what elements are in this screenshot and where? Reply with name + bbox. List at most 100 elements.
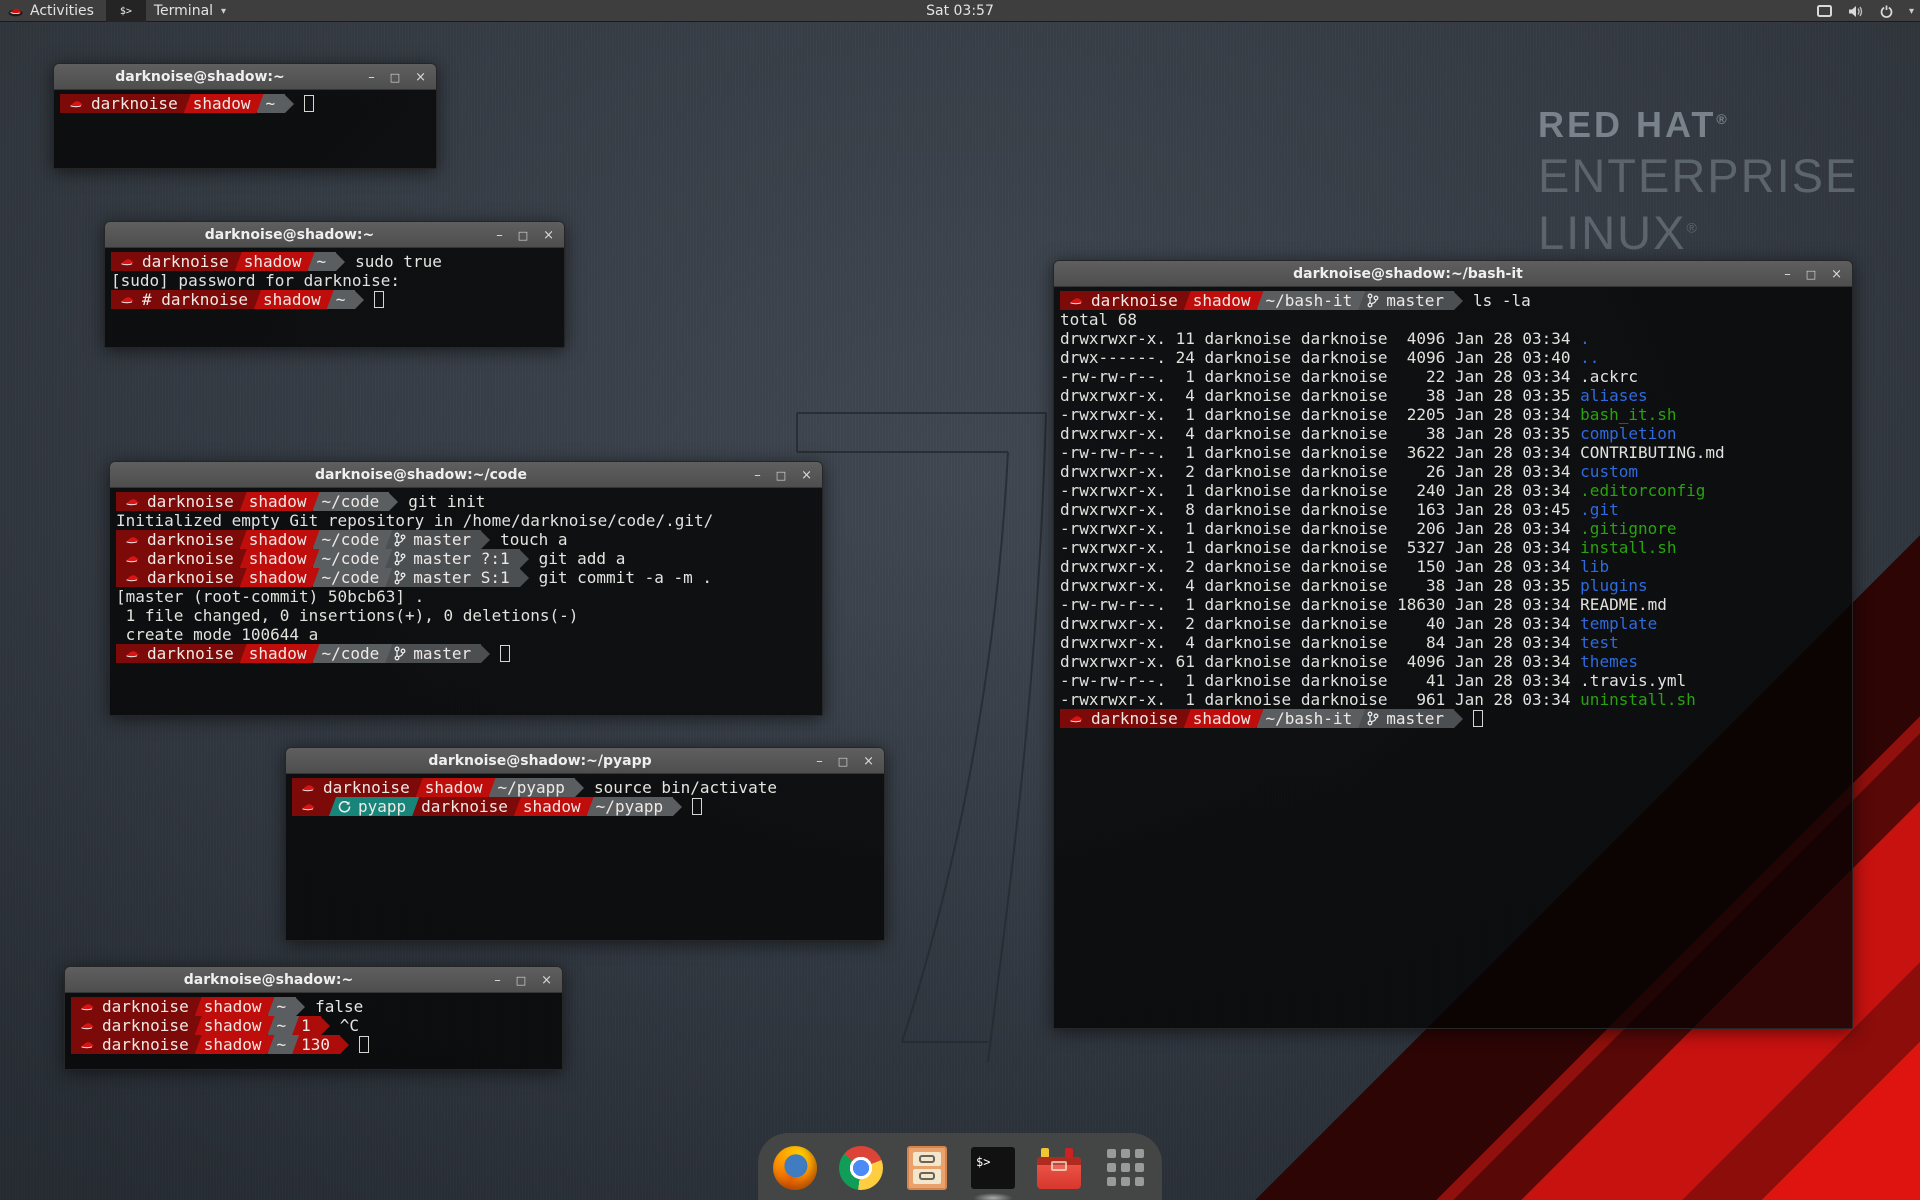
maximize-button[interactable]: □ [516, 974, 526, 987]
prompt-segment-branch: master ?:1 [385, 549, 519, 568]
dock-files-icon[interactable] [904, 1145, 950, 1191]
prompt-line: darknoiseshadow~/bash-itmaster [1060, 709, 1852, 728]
prompt-arrow-tip [296, 998, 305, 1016]
terminal-window[interactable]: darknoise@shadow:~/code–□×darknoiseshado… [109, 461, 823, 716]
window-titlebar[interactable]: darknoise@shadow:~–□× [105, 222, 564, 248]
dock-app-grid-icon[interactable] [1102, 1145, 1148, 1191]
terminal-cursor[interactable] [692, 798, 702, 815]
output-line: drwxrwxr-x. 4 darknoise darknoise 38 Jan… [1060, 576, 1852, 595]
terminal-cursor[interactable] [304, 95, 314, 112]
desktop-background: RED HAT® ENTERPRISE LINUX® darknoise@sha… [0, 0, 1920, 1200]
minimize-button[interactable]: – [494, 974, 501, 987]
output-line: -rw-rw-r--. 1 darknoise darknoise 41 Jan… [1060, 671, 1852, 690]
dock-chrome-icon[interactable] [838, 1145, 884, 1191]
redhat-fedora-icon [1069, 296, 1084, 306]
output-text: drwxrwxr-x. 4 darknoise darknoise 38 Jan… [1060, 576, 1580, 595]
maximize-button[interactable]: □ [776, 469, 786, 482]
prompt-line: darknoiseshadow~/pyappsource bin/activat… [292, 778, 884, 797]
maximize-button[interactable]: □ [1806, 268, 1816, 281]
workspace-icon [1817, 5, 1832, 17]
terminal-cursor[interactable] [359, 1036, 369, 1053]
close-button[interactable]: × [863, 755, 874, 768]
terminal-window[interactable]: darknoise@shadow:~–□×darknoiseshadow~sud… [104, 221, 565, 348]
output-text: drwxrwxr-x. 8 darknoise darknoise 163 Ja… [1060, 500, 1580, 519]
app-menu-terminal[interactable]: $> Terminal ▾ [106, 0, 226, 22]
terminal-content[interactable]: darknoiseshadow~falsedarknoiseshadow~1^C… [65, 993, 562, 1069]
maximize-button[interactable]: □ [838, 755, 848, 768]
output-line: drwxrwxr-x. 2 darknoise darknoise 150 Ja… [1060, 557, 1852, 576]
prompt-segment-user: darknoise [116, 568, 247, 587]
close-button[interactable]: × [415, 71, 426, 84]
terminal-window[interactable]: darknoise@shadow:~–□×darknoiseshadow~fal… [64, 966, 563, 1070]
dock-terminal-icon[interactable]: $> [970, 1145, 1016, 1191]
output-text: -rw-rw-r--. 1 darknoise darknoise 18630 … [1060, 595, 1580, 614]
terminal-content[interactable]: darknoiseshadow~/codegit initInitialized… [110, 488, 822, 715]
prompt-segment-host: shadow [514, 797, 594, 816]
maximize-button[interactable]: □ [390, 71, 400, 84]
file-name: themes [1580, 652, 1638, 671]
terminal-content[interactable]: darknoiseshadow~sudo true[sudo] password… [105, 248, 564, 347]
prompt-segment-user: darknoise [111, 252, 242, 271]
output-text: drwxrwxr-x. 2 darknoise darknoise 40 Jan… [1060, 614, 1580, 633]
output-line: -rwxrwxr-x. 1 darknoise darknoise 2205 J… [1060, 405, 1852, 424]
redhat-fedora-icon [120, 257, 135, 267]
activities-button[interactable]: Activities [0, 0, 106, 22]
clock[interactable]: Sat 03:57 [926, 3, 994, 19]
prompt-segment-user: darknoise [1060, 291, 1191, 310]
prompt-arrow-tip [336, 253, 345, 271]
minimize-button[interactable]: – [816, 755, 823, 768]
terminal-window[interactable]: darknoise@shadow:~/bash-it–□×darknoisesh… [1053, 260, 1853, 1029]
terminal-window[interactable]: darknoise@shadow:~–□×darknoiseshadow~ [53, 63, 437, 169]
terminal-cursor[interactable] [1473, 710, 1483, 727]
terminal-window[interactable]: darknoise@shadow:~/pyapp–□×darknoiseshad… [285, 747, 885, 941]
output-line: drwxrwxr-x. 11 darknoise darknoise 4096 … [1060, 329, 1852, 348]
output-text: create mode 100644 a [116, 625, 318, 644]
prompt-segment-path: ~/code [313, 530, 393, 549]
output-line: Initialized empty Git repository in /hom… [116, 511, 822, 530]
prompt-segment-branch: master [385, 530, 481, 549]
minimize-button[interactable]: – [496, 229, 503, 242]
system-status-area[interactable]: ▾ [1817, 0, 1914, 22]
dock-firefox-icon[interactable] [772, 1145, 818, 1191]
window-titlebar[interactable]: darknoise@shadow:~/code–□× [110, 462, 822, 488]
prompt-line: # darknoiseshadow~ [111, 290, 564, 309]
window-titlebar[interactable]: darknoise@shadow:~–□× [54, 64, 436, 90]
terminal-content[interactable]: darknoiseshadow~ [54, 90, 436, 168]
redhat-fedora-icon [125, 535, 140, 545]
command-text: git add a [539, 549, 626, 568]
output-text: -rw-rw-r--. 1 darknoise darknoise 22 Jan… [1060, 367, 1580, 386]
output-text: drwx------. 24 darknoise darknoise 4096 … [1060, 348, 1580, 367]
close-button[interactable]: × [1831, 268, 1842, 281]
terminal-cursor[interactable] [374, 291, 384, 308]
file-name: template [1580, 614, 1657, 633]
dock-toolbox-icon[interactable] [1036, 1145, 1082, 1191]
command-text: false [315, 997, 363, 1016]
output-line: drwxrwxr-x. 8 darknoise darknoise 163 Ja… [1060, 500, 1852, 519]
close-button[interactable]: × [801, 469, 812, 482]
terminal-app-icon: $> [106, 0, 146, 22]
minimize-button[interactable]: – [368, 71, 375, 84]
chevron-down-icon: ▾ [1909, 6, 1914, 17]
minimize-button[interactable]: – [754, 469, 761, 482]
command-text: source bin/activate [594, 778, 777, 797]
terminal-content[interactable]: darknoiseshadow~/bash-itmasterls -latota… [1054, 287, 1852, 1028]
prompt-segment-host: shadow [195, 1016, 275, 1035]
minimize-button[interactable]: – [1784, 268, 1791, 281]
window-titlebar[interactable]: darknoise@shadow:~–□× [65, 967, 562, 993]
close-button[interactable]: × [541, 974, 552, 987]
output-text: 1 file changed, 0 insertions(+), 0 delet… [116, 606, 578, 625]
close-button[interactable]: × [543, 229, 554, 242]
maximize-button[interactable]: □ [518, 229, 528, 242]
file-name: README.md [1580, 595, 1667, 614]
terminal-cursor[interactable] [500, 645, 510, 662]
file-name: CONTRIBUTING.md [1580, 443, 1725, 462]
terminal-content[interactable]: darknoiseshadow~/pyappsource bin/activat… [286, 774, 884, 940]
window-titlebar[interactable]: darknoise@shadow:~/pyapp–□× [286, 748, 884, 774]
prompt-segment-branch: master S:1 [385, 568, 519, 587]
prompt-segment-branch: master [385, 644, 481, 663]
prompt-segment-path: ~/code [313, 492, 390, 511]
prompt-line: darknoiseshadow~/bash-itmasterls -la [1060, 291, 1852, 310]
window-titlebar[interactable]: darknoise@shadow:~/bash-it–□× [1054, 261, 1852, 287]
prompt-arrow-tip [321, 1017, 330, 1035]
prompt-segment-venv: pyapp [329, 797, 419, 816]
